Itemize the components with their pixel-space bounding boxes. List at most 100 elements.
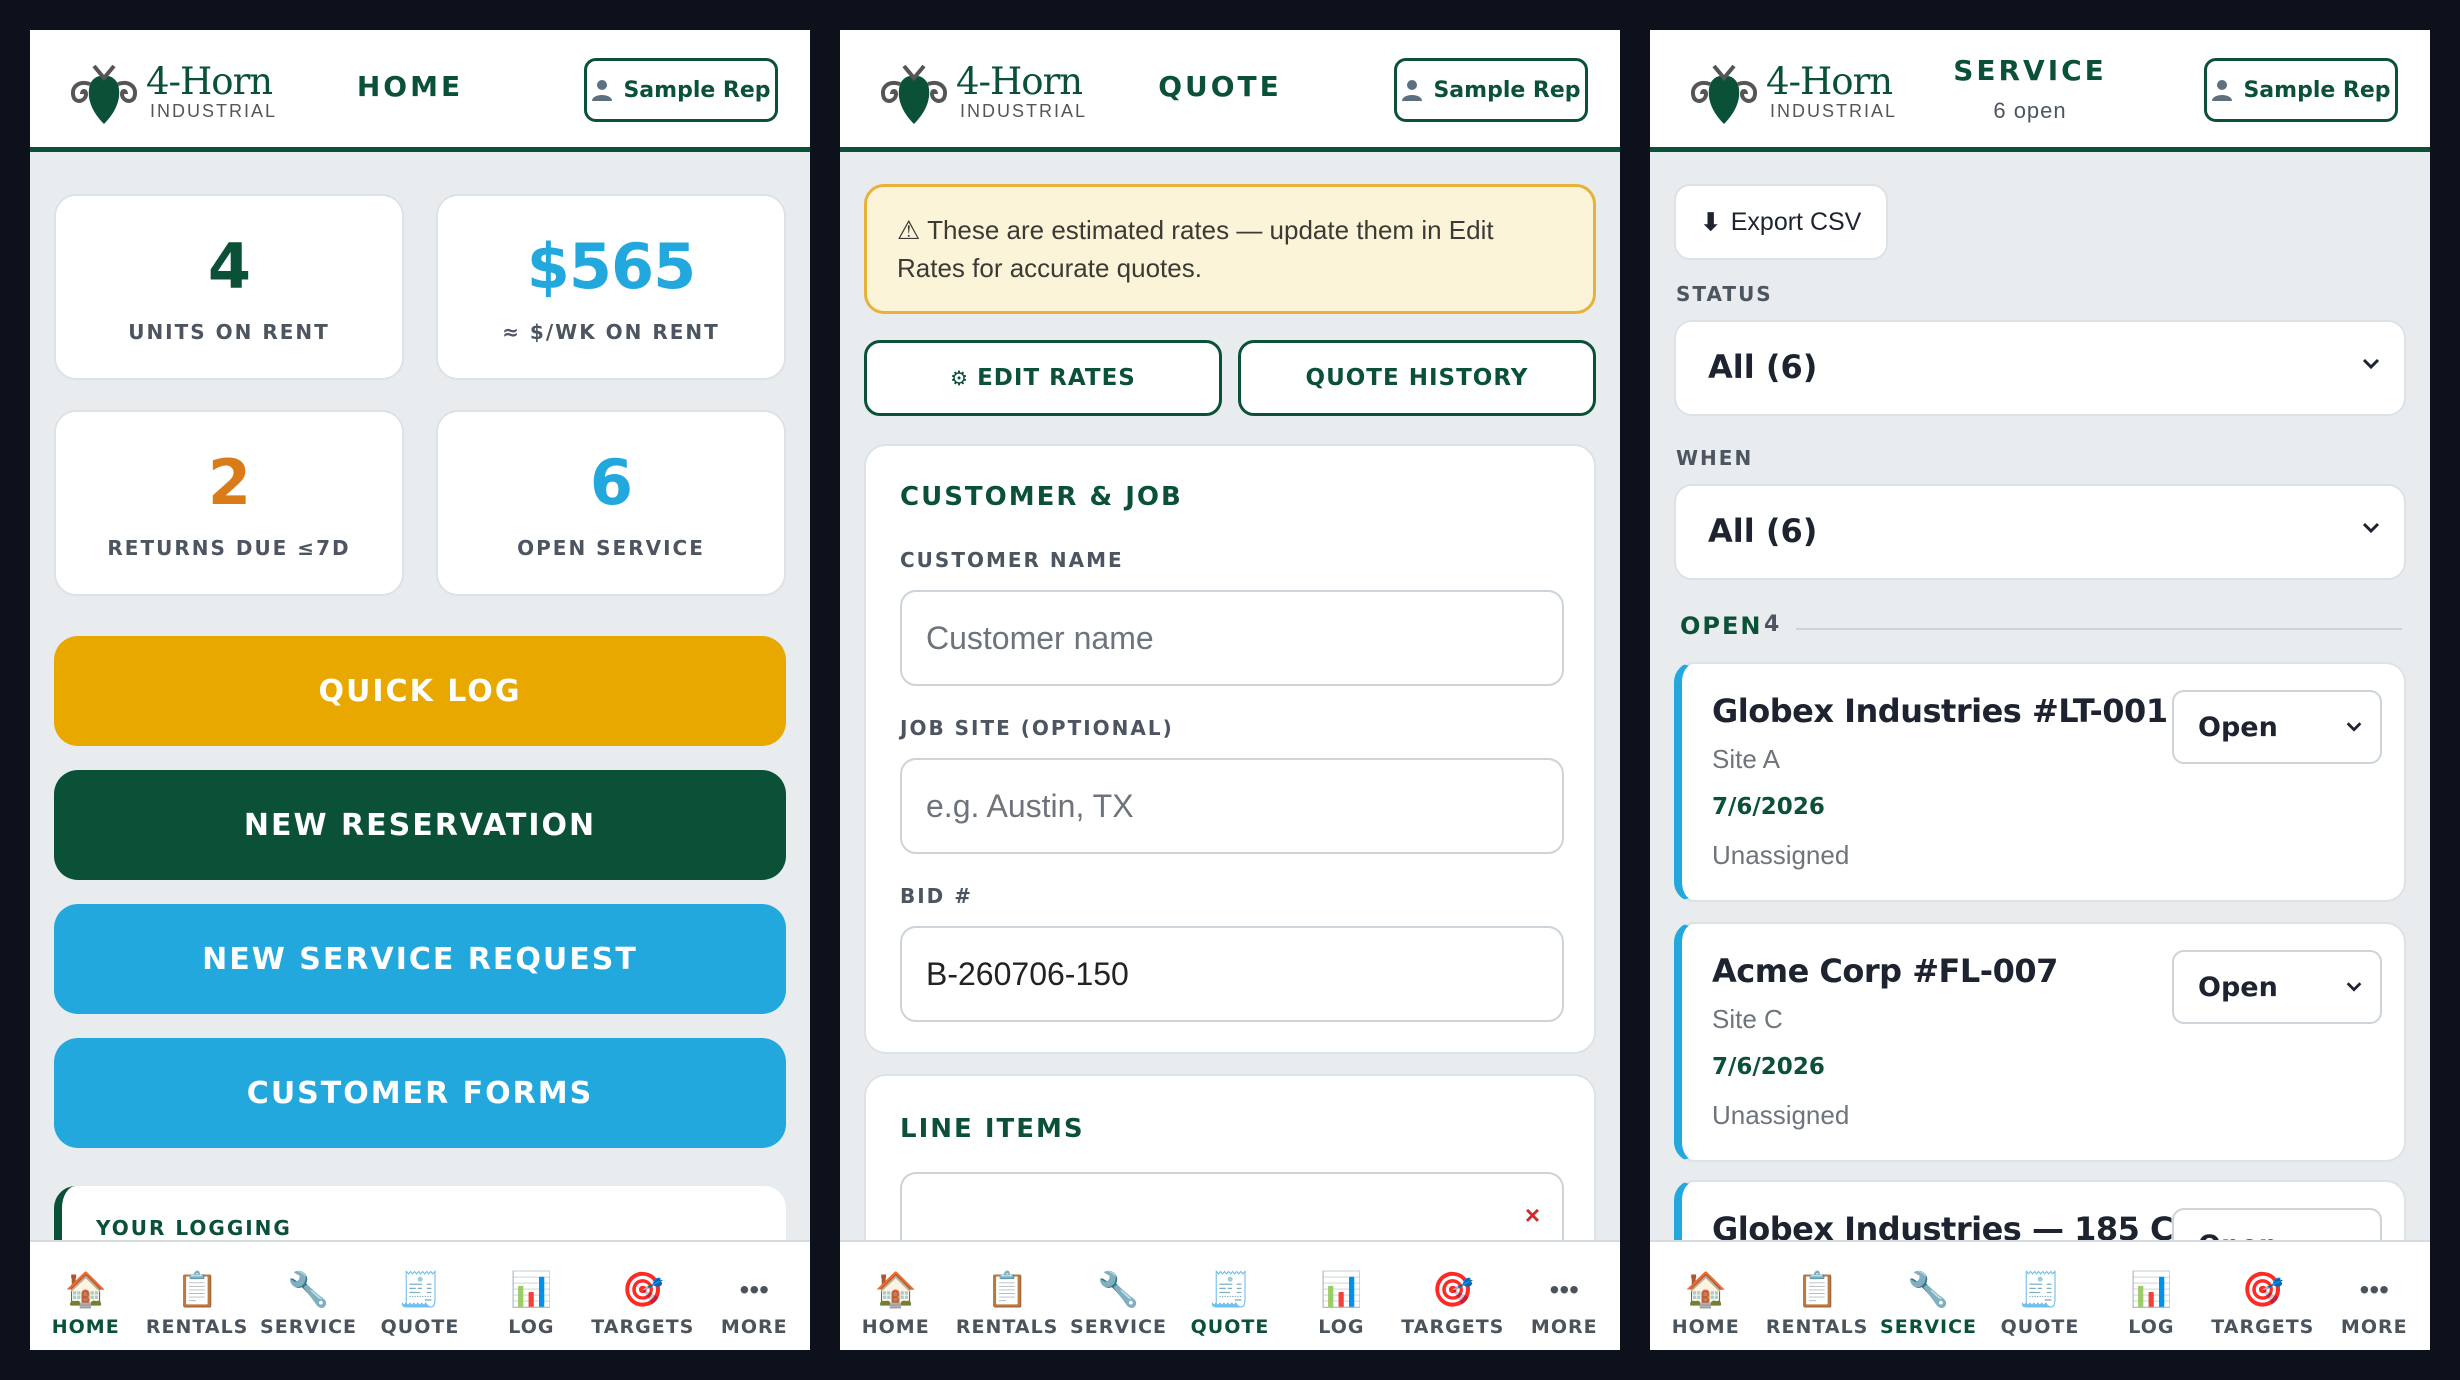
- stat-value: 2: [207, 446, 251, 519]
- nav-quote[interactable]: 🧾 QUOTE: [1174, 1242, 1285, 1350]
- new-service-request-button[interactable]: NEW SERVICE REQUEST: [54, 904, 786, 1014]
- nav-label: HOME: [51, 1316, 120, 1338]
- brand-name: 4-Horn: [956, 60, 1083, 103]
- service-status-value: Open: [2198, 712, 2278, 743]
- export-csv-button[interactable]: ⬇ Export CSV: [1674, 184, 1888, 260]
- bottom-nav: 🏠 HOME 📋 RENTALS 🔧 SERVICE 🧾 QUOTE 📊 LOG 🎯 TAR…: [30, 1240, 810, 1350]
- nav-label: SERVICE: [1880, 1316, 1978, 1338]
- nav-more[interactable]: ••• MORE: [2319, 1242, 2430, 1350]
- stat-open-service[interactable]: 6 OPEN SERVICE: [436, 410, 786, 596]
- export-csv-label: Export CSV: [1730, 207, 1862, 236]
- app-header: 4-Horn INDUSTRIAL SERVICE 6 open Sample …: [1650, 30, 2430, 152]
- service-assignee: Unassigned: [1712, 1100, 1850, 1130]
- wrench-icon: 🔧: [287, 1271, 330, 1309]
- brand-name: 4-Horn: [146, 60, 273, 103]
- nav-targets[interactable]: 🎯 TARGETS: [2207, 1242, 2318, 1350]
- nav-home[interactable]: 🏠 HOME: [30, 1242, 141, 1350]
- your-logging-title: YOUR LOGGING: [96, 1216, 292, 1240]
- sample-rep-label: Sample Rep: [2243, 77, 2391, 103]
- nav-label: RENTALS: [145, 1316, 249, 1338]
- customer-forms-button[interactable]: CUSTOMER FORMS: [54, 1038, 786, 1148]
- brand-sub: INDUSTRIAL: [960, 101, 1088, 121]
- bid-label: BID #: [900, 884, 974, 908]
- when-filter-select[interactable]: All (6): [1674, 484, 2406, 580]
- house-icon: 🏠: [1684, 1271, 1727, 1309]
- nav-quote[interactable]: 🧾 QUOTE: [364, 1242, 475, 1350]
- service-card[interactable]: Acme Corp #FL-007 Site C 7/6/2026 Unassi…: [1674, 922, 2406, 1162]
- sample-rep-label: Sample Rep: [623, 77, 771, 103]
- edit-rates-button[interactable]: ⚙ EDIT RATES: [864, 340, 1222, 416]
- nav-quote[interactable]: 🧾 QUOTE: [1984, 1242, 2095, 1350]
- nav-label: QUOTE: [1190, 1316, 1270, 1338]
- when-filter-value: All (6): [1708, 512, 1818, 550]
- receipt-icon: 🧾: [1208, 1271, 1252, 1309]
- sample-rep-button[interactable]: Sample Rep: [584, 58, 778, 122]
- open-group-header: OPEN 4: [1680, 612, 2402, 642]
- service-title: Globex Industries #LT-001: [1712, 692, 2168, 730]
- target-icon: 🎯: [1431, 1271, 1474, 1309]
- status-filter-select[interactable]: All (6): [1674, 320, 2406, 416]
- house-icon: 🏠: [874, 1271, 917, 1309]
- dots-icon: •••: [1549, 1274, 1579, 1305]
- nav-label: RENTALS: [955, 1316, 1059, 1338]
- nav-rentals[interactable]: 📋 RENTALS: [951, 1242, 1062, 1350]
- brand-logo[interactable]: 4-Horn INDUSTRIAL: [874, 52, 1088, 128]
- bottom-nav: 🏠 HOME 📋 RENTALS 🔧 SERVICE 🧾 QUOTE 📊 LOG 🎯 TAR…: [1650, 1240, 2430, 1350]
- wrench-icon: 🔧: [1907, 1271, 1950, 1309]
- nav-rentals[interactable]: 📋 RENTALS: [1761, 1242, 1872, 1350]
- service-status-select[interactable]: Open: [2172, 950, 2382, 1024]
- group-divider: [1796, 628, 2402, 630]
- nav-log[interactable]: 📊 LOG: [1286, 1242, 1397, 1350]
- stat-weekly-on-rent[interactable]: $565 ≈ $/WK ON RENT: [436, 194, 786, 380]
- chevron-down-icon: [2362, 358, 2380, 370]
- chevron-down-icon: [2362, 522, 2380, 534]
- nav-targets[interactable]: 🎯 TARGETS: [1397, 1242, 1508, 1350]
- nav-log[interactable]: 📊 LOG: [476, 1242, 587, 1350]
- nav-label: MORE: [1530, 1316, 1598, 1338]
- card-title: CUSTOMER & JOB: [900, 482, 1183, 512]
- nav-service[interactable]: 🔧 SERVICE: [253, 1242, 364, 1350]
- nav-rentals[interactable]: 📋 RENTALS: [141, 1242, 252, 1350]
- nav-targets[interactable]: 🎯 TARGETS: [587, 1242, 698, 1350]
- remove-line-icon[interactable]: ×: [1525, 1200, 1540, 1231]
- nav-label: RENTALS: [1765, 1316, 1869, 1338]
- stat-returns-due[interactable]: 2 RETURNS DUE ≤7D: [54, 410, 404, 596]
- nav-service[interactable]: 🔧 SERVICE: [1063, 1242, 1174, 1350]
- ram-head-icon: [1691, 64, 1757, 124]
- brand-logo[interactable]: 4-Horn INDUSTRIAL: [64, 52, 275, 128]
- clipboard-icon: 📋: [985, 1271, 1029, 1309]
- nav-more[interactable]: ••• MORE: [1509, 1242, 1620, 1350]
- sample-rep-label: Sample Rep: [1433, 77, 1581, 103]
- nav-log[interactable]: 📊 LOG: [2096, 1242, 2207, 1350]
- nav-label: MORE: [2340, 1316, 2408, 1338]
- status-filter-value: All (6): [1708, 348, 1818, 386]
- stat-value: 4: [207, 230, 251, 303]
- service-status-select[interactable]: Open: [2172, 690, 2382, 764]
- stat-units-on-rent[interactable]: 4 UNITS ON RENT: [54, 194, 404, 380]
- edit-rates-label: EDIT RATES: [977, 365, 1136, 391]
- house-icon: 🏠: [64, 1271, 107, 1309]
- customer-name-input[interactable]: [900, 590, 1564, 686]
- quote-history-button[interactable]: QUOTE HISTORY: [1238, 340, 1596, 416]
- clipboard-icon: 📋: [1795, 1271, 1839, 1309]
- stat-label: ≈ $/WK ON RENT: [502, 320, 720, 344]
- service-card[interactable]: Globex Industries #LT-001 Site A 7/6/202…: [1674, 662, 2406, 902]
- chevron-down-icon: [2346, 722, 2362, 732]
- brand-logo[interactable]: 4-Horn INDUSTRIAL: [1684, 52, 1895, 128]
- bar-chart-icon: 📊: [2130, 1271, 2173, 1309]
- user-icon: [1402, 80, 1423, 101]
- target-icon: 🎯: [2241, 1271, 2284, 1309]
- nav-home[interactable]: 🏠 HOME: [840, 1242, 951, 1350]
- dots-icon: •••: [739, 1274, 769, 1305]
- sample-rep-button[interactable]: Sample Rep: [2204, 58, 2398, 122]
- new-reservation-button[interactable]: NEW RESERVATION: [54, 770, 786, 880]
- quick-log-button[interactable]: QUICK LOG: [54, 636, 786, 746]
- job-site-input[interactable]: [900, 758, 1564, 854]
- nav-label: HOME: [1671, 1316, 1740, 1338]
- nav-home[interactable]: 🏠 HOME: [1650, 1242, 1761, 1350]
- nav-service[interactable]: 🔧 SERVICE: [1873, 1242, 1984, 1350]
- sample-rep-button[interactable]: Sample Rep: [1394, 58, 1588, 122]
- nav-more[interactable]: ••• MORE: [699, 1242, 810, 1350]
- page-title: SERVICE: [1953, 54, 2107, 87]
- bid-input[interactable]: [900, 926, 1564, 1022]
